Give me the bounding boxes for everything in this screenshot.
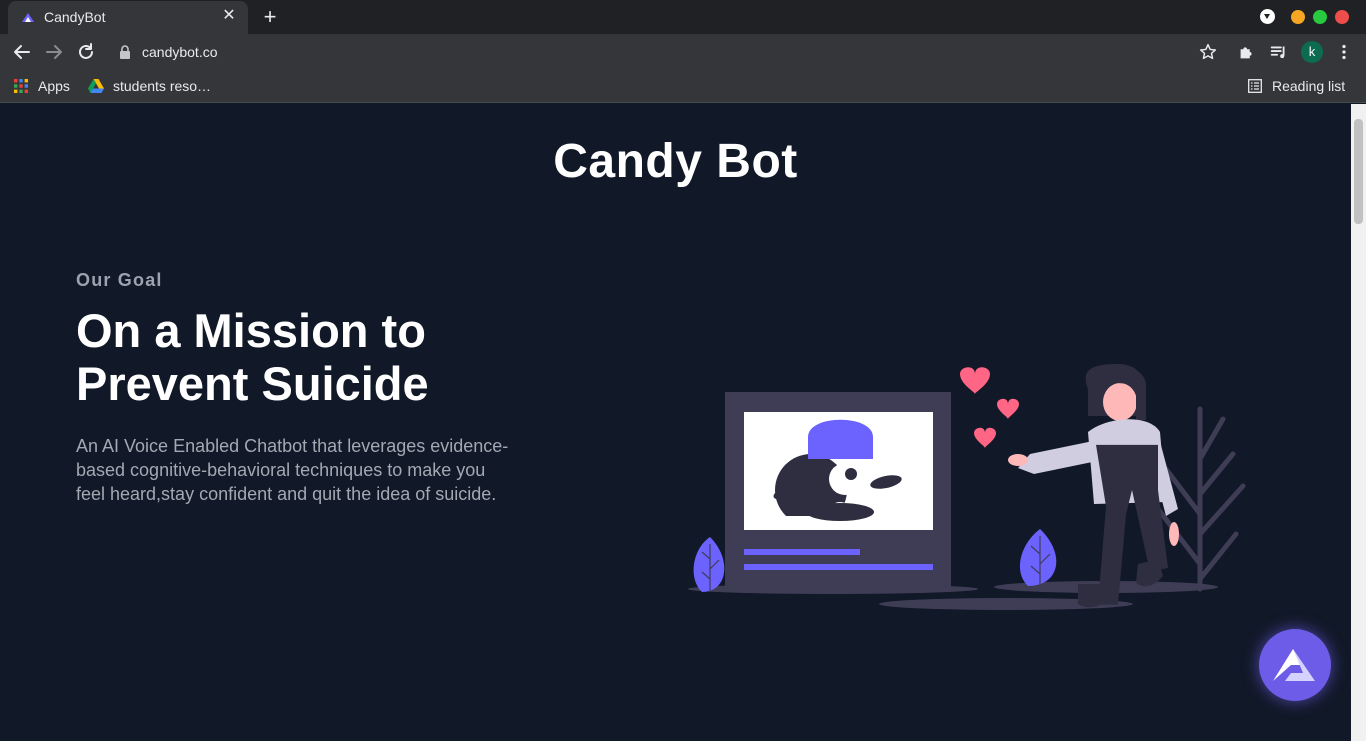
reading-list-icon [1248, 79, 1262, 93]
goal-label: Our Goal [76, 270, 163, 290]
apps-grid-icon [14, 79, 28, 93]
window-close-button[interactable] [1335, 10, 1349, 24]
scrollbar-thumb[interactable] [1354, 119, 1363, 224]
hero-description: An AI Voice Enabled Chatbot that leverag… [76, 436, 509, 504]
new-tab-icon[interactable]: + [258, 5, 282, 29]
address-bar-url[interactable]: candybot.co [142, 44, 218, 60]
page-content: Candy Bot Our Goal On a Mission to Preve… [0, 104, 1351, 741]
window-maximize-button[interactable] [1313, 10, 1327, 24]
google-drive-icon [88, 79, 104, 93]
back-arrow-icon[interactable] [10, 40, 34, 64]
plant-leaf-left [693, 537, 725, 592]
floating-hearts [960, 367, 1019, 448]
candybot-logo-icon [1273, 649, 1315, 681]
monitor-line [744, 549, 860, 555]
candybot-favicon-icon [22, 13, 34, 22]
browser-toolbar: candybot.co k [0, 34, 1366, 70]
lock-icon[interactable] [118, 44, 132, 60]
plant-leaf-middle [1019, 529, 1057, 586]
reload-icon[interactable] [74, 40, 98, 64]
hero-illustration [688, 364, 1246, 610]
window-minimize-button[interactable] [1291, 10, 1305, 24]
profile-avatar[interactable]: k [1301, 41, 1323, 63]
browser-tab[interactable]: CandyBot ✕ [8, 1, 248, 34]
page-scrollbar[interactable] [1351, 104, 1366, 741]
forward-arrow-icon[interactable] [42, 40, 66, 64]
tab-strip: CandyBot ✕ + [0, 0, 1366, 34]
chatbot-launcher-button[interactable] [1259, 629, 1331, 701]
kebab-menu-icon[interactable] [1333, 41, 1355, 63]
hero-headline: On a Mission to Prevent Suicide [76, 304, 429, 410]
bookmark-label: students reso… [113, 78, 212, 94]
tab-close-icon[interactable]: ✕ [220, 7, 238, 25]
reading-list-label: Reading list [1272, 78, 1346, 94]
tab-title: CandyBot [44, 9, 106, 25]
site-title: Candy Bot [553, 135, 798, 188]
monitor-line [744, 564, 933, 570]
media-control-icon[interactable] [1268, 41, 1290, 63]
extensions-puzzle-icon[interactable] [1236, 41, 1258, 63]
bookmark-star-icon[interactable] [1197, 41, 1219, 63]
bookmarks-bar: Apps students reso… Reading list [0, 70, 1366, 103]
bookmark-label: Apps [38, 78, 70, 94]
tab-search-icon[interactable] [1260, 9, 1275, 24]
